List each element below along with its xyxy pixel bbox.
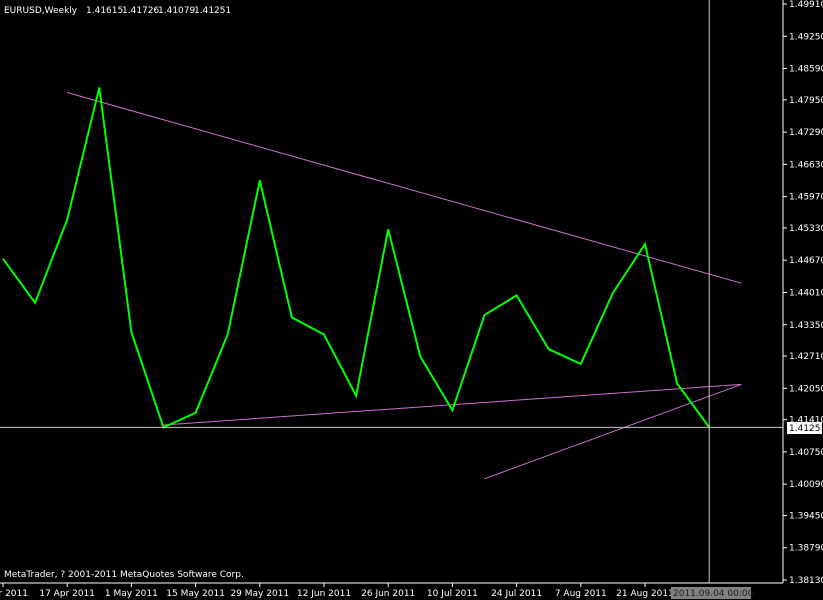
x-tick-label: 1 May 2011 — [105, 589, 158, 599]
price-point — [323, 333, 325, 336]
y-tick-label: 1.46630 — [789, 160, 823, 170]
x-tick-label: 15 May 2011 — [166, 589, 225, 599]
x-tick-label: 21 Aug 2011 — [616, 589, 674, 599]
y-tick-label: 1.40750 — [789, 448, 823, 458]
y-tick-label: 1.49910 — [789, 0, 823, 10]
price-point — [2, 258, 4, 260]
y-tick-label: 1.40090 — [789, 480, 823, 490]
price-point — [483, 314, 486, 316]
price-point — [259, 179, 261, 182]
y-tick-label: 1.42710 — [789, 352, 823, 362]
price-point — [548, 348, 550, 350]
chart-background — [0, 0, 823, 600]
y-tick-label: 1.38790 — [789, 544, 823, 554]
price-point — [291, 316, 293, 319]
price-point — [612, 292, 614, 294]
symbol-label: EURUSD,Weekly — [4, 6, 78, 16]
y-tick-label: 1.39450 — [789, 511, 823, 521]
y-tick-label: 1.47290 — [789, 128, 823, 138]
y-tick-label: 1.48590 — [789, 65, 823, 75]
price-point — [130, 331, 132, 333]
price-point — [387, 228, 389, 231]
price-point — [419, 355, 421, 358]
price-point — [34, 302, 36, 304]
crosshair-time-label: 2011.09.04 00:00 — [673, 589, 754, 599]
high-value: 1.41726 — [122, 6, 159, 16]
price-chart[interactable]: 1.49910 1.49250 1.48590 1.47950 1.47290 1.466… — [0, 0, 823, 600]
x-tick-label: 29 May 2011 — [230, 589, 289, 599]
x-tick-label: 10 Jul 2011 — [427, 589, 478, 599]
price-point — [516, 294, 518, 297]
price-point — [644, 243, 646, 245]
low-value: 1.41079 — [158, 6, 195, 16]
price-point — [227, 333, 229, 336]
price-point — [451, 409, 453, 411]
copyright-text: MetaTrader, ? 2001-2011 MetaQuotes Softw… — [4, 570, 244, 580]
price-point — [98, 87, 100, 89]
y-tick-label: 1.47950 — [789, 96, 823, 106]
price-point — [676, 382, 678, 385]
y-tick-label: 1.44010 — [789, 288, 823, 298]
y-tick-label: 1.42050 — [789, 384, 823, 394]
y-tick-label: 1.38130 — [789, 576, 823, 586]
x-tick-label: 26 Jun 2011 — [361, 589, 415, 599]
current-price-label: 1.41251 — [789, 424, 823, 434]
x-tick-label: 3 Apr 2011 — [0, 589, 28, 599]
y-tick-label: 1.43350 — [789, 321, 823, 331]
y-tick-label: 1.44670 — [789, 256, 823, 266]
x-tick-label: 24 Jul 2011 — [491, 589, 542, 599]
x-tick-label: 12 Jun 2011 — [297, 589, 351, 599]
y-tick-label: 1.45330 — [789, 224, 823, 234]
x-tick-label: 7 Aug 2011 — [555, 589, 607, 599]
price-point — [195, 412, 197, 414]
y-tick-label: 1.49250 — [789, 32, 823, 42]
open-value: 1.41615 — [86, 6, 123, 16]
price-point — [355, 395, 357, 397]
price-point — [580, 363, 582, 365]
x-tick-label: 17 Apr 2011 — [39, 589, 95, 599]
y-tick-label: 1.45970 — [789, 193, 823, 203]
price-point — [66, 219, 68, 221]
close-value: 1.41251 — [194, 6, 231, 16]
